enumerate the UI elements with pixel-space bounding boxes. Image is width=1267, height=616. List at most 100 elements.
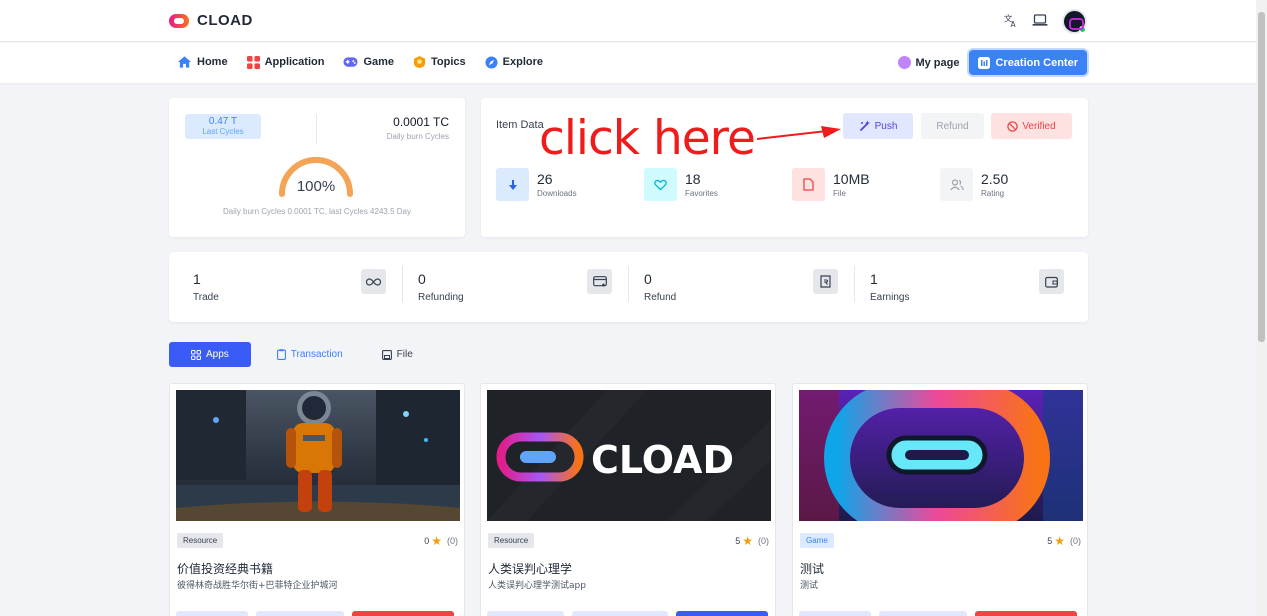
trade-label: Trade — [193, 292, 219, 303]
app-name[interactable]: 价值投资经典书籍 — [177, 560, 273, 577]
card-add-icon — [587, 269, 612, 294]
astronaut-image — [176, 390, 460, 521]
file-icon — [792, 168, 825, 201]
wallet-icon — [1039, 269, 1064, 294]
gamepad-icon — [343, 57, 358, 67]
stat-favorites: 18 Favorites — [644, 168, 718, 201]
my-page-link[interactable]: My page — [898, 56, 959, 69]
category-tag: Game — [800, 533, 834, 548]
app-rating: 5 ★ (0) — [1047, 534, 1081, 548]
card-action-button[interactable] — [176, 611, 248, 616]
laptop-icon[interactable] — [1032, 13, 1048, 30]
rating-count: (0) — [758, 536, 769, 546]
app-thumbnail[interactable]: CLOAD — [487, 390, 771, 521]
push-button[interactable]: Push — [843, 113, 913, 139]
verified-button[interactable]: Verified — [991, 113, 1072, 139]
tab-file-label: File — [396, 349, 413, 360]
creation-center-button[interactable]: Creation Center — [969, 50, 1087, 75]
compass-icon — [485, 55, 498, 69]
rating-score: 0 — [424, 536, 430, 546]
infinity-icon — [361, 269, 386, 294]
app-thumbnail[interactable] — [799, 390, 1083, 521]
grid-icon — [191, 349, 201, 360]
save-icon — [381, 349, 392, 360]
receipt-icon — [813, 269, 838, 294]
metrics-card: 1 Trade 0 Refunding 0 Refund 1 Earnings — [169, 252, 1088, 322]
nav-explore-label: Explore — [502, 56, 544, 68]
rating-count: (0) — [447, 536, 458, 546]
card-action-button[interactable] — [799, 611, 871, 616]
daily-burn-label: Daily burn Cycles — [386, 132, 449, 141]
nav-explore[interactable]: Explore — [485, 55, 543, 69]
downloads-value: 26 — [537, 170, 553, 187]
content-tabs: Apps Transaction File — [169, 342, 426, 367]
app-name[interactable]: 人类误判心理学 — [488, 560, 572, 577]
favorites-label: Favorites — [685, 188, 718, 198]
user-avatar[interactable] — [1062, 9, 1087, 34]
nav-topics-label: Topics — [431, 56, 466, 68]
my-page-label: My page — [915, 56, 960, 69]
cycles-card: 0.47 T Last Cycles 0.0001 TC Daily burn … — [169, 98, 465, 237]
nav-application-label: Application — [264, 56, 325, 68]
neon-logo-image — [799, 390, 1083, 521]
app-thumbnail[interactable] — [176, 390, 460, 521]
app-name[interactable]: 测试 — [800, 560, 824, 577]
app-card[interactable]: Game 5 ★ (0) 测试 测试 — [792, 383, 1088, 616]
main-nav: Home Application Game Topics Explore My … — [0, 43, 1256, 83]
card-action-button[interactable] — [256, 611, 344, 616]
metric-trade: 1 Trade — [169, 252, 394, 322]
rating-count: (0) — [1070, 536, 1081, 546]
grid-icon — [246, 55, 260, 69]
verified-label: Verified — [1022, 120, 1056, 132]
app-card[interactable]: Resource 0 ★ (0) 价值投资经典书籍 彼得林奇战胜华尔街+巴菲特企… — [169, 383, 465, 616]
refund-value: 0 — [644, 271, 652, 287]
file-label: File — [833, 188, 846, 198]
earnings-label: Earnings — [870, 292, 910, 303]
translate-icon[interactable]: 文A — [1003, 13, 1018, 31]
metric-refund: 0 Refund — [620, 252, 845, 322]
item-data-title: Item Data — [496, 119, 544, 131]
nav-application[interactable]: Application — [246, 55, 325, 69]
card-action-button[interactable] — [879, 611, 967, 616]
last-cycles-badge: 0.47 T Last Cycles — [185, 114, 261, 139]
nav-home-label: Home — [197, 56, 228, 68]
card-actions — [176, 611, 454, 616]
card-actions — [799, 611, 1077, 616]
nav-game[interactable]: Game — [343, 55, 394, 69]
topics-icon — [413, 55, 426, 69]
scrollbar-thumb[interactable] — [1258, 12, 1265, 342]
flower-icon — [898, 56, 912, 69]
ban-icon — [1007, 120, 1019, 132]
card-action-button[interactable] — [572, 611, 668, 616]
brand-logo[interactable]: CLOAD — [169, 12, 253, 29]
trade-value: 1 — [193, 271, 201, 287]
stat-downloads: 26 Downloads — [496, 168, 577, 201]
refund-button[interactable]: Refund — [921, 113, 984, 139]
star-icon: ★ — [742, 534, 753, 548]
card-action-button[interactable] — [676, 611, 768, 616]
banner-title: CLOAD — [591, 438, 734, 482]
rating-value: 2.50 — [981, 170, 1009, 187]
daily-burn-value: 0.0001 TC — [393, 115, 449, 129]
refund-metric-label: Refund — [644, 292, 677, 303]
stat-file: 10MB File — [792, 168, 870, 201]
app-card[interactable]: CLOAD Resource 5 ★ (0) 人类误判心理学 人类误判心理学测试… — [480, 383, 776, 616]
card-action-button[interactable] — [487, 611, 564, 616]
file-size-value: 10MB — [833, 170, 870, 187]
nav-home[interactable]: Home — [177, 55, 228, 69]
star-icon: ★ — [431, 534, 442, 548]
nav-topics[interactable]: Topics — [413, 55, 466, 69]
card-action-button[interactable] — [352, 611, 454, 616]
cload-logo-icon — [169, 13, 189, 28]
card-action-button[interactable] — [975, 611, 1077, 616]
rating-label: Rating — [981, 188, 1005, 198]
metric-earnings: 1 Earnings — [846, 252, 1071, 322]
earnings-value: 1 — [870, 271, 878, 287]
page-scrollbar[interactable] — [1256, 0, 1267, 616]
tab-file[interactable]: File — [369, 342, 426, 367]
stat-rating: 2.50 Rating — [940, 168, 1008, 201]
tab-transaction[interactable]: Transaction — [264, 342, 356, 367]
clipboard-icon — [276, 349, 286, 360]
tab-apps[interactable]: Apps — [169, 342, 251, 367]
rating-score: 5 — [1047, 536, 1053, 546]
